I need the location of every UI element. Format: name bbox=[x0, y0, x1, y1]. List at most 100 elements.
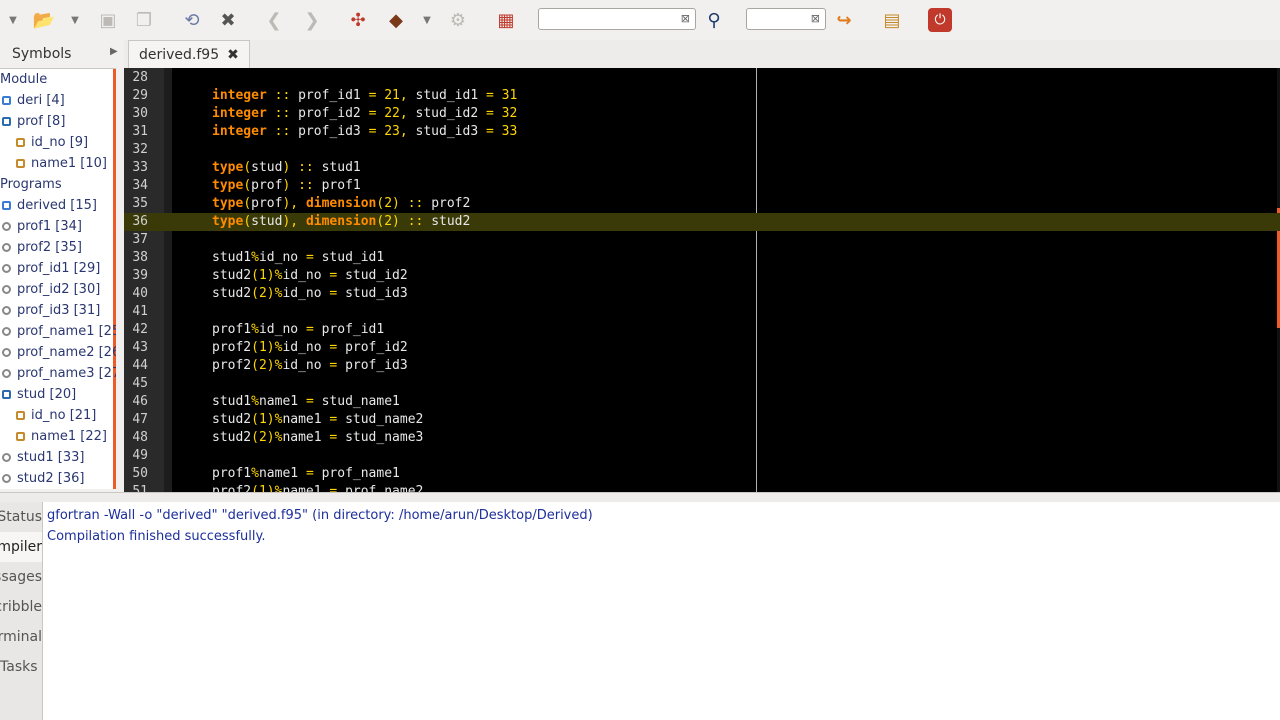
tree-item[interactable]: stud1 [33] bbox=[2, 447, 84, 468]
code-line[interactable]: 50 prof1%name1 = prof_name1 bbox=[124, 465, 1280, 483]
code-line[interactable]: 37 bbox=[124, 231, 1280, 249]
save-icon[interactable]: ▣ bbox=[96, 8, 120, 32]
code-token: % bbox=[251, 394, 259, 409]
type-icon bbox=[2, 390, 11, 399]
tree-item[interactable]: prof_name1 [25 bbox=[2, 321, 116, 342]
line-number: 42 bbox=[132, 322, 148, 337]
tree-item[interactable]: Module bbox=[0, 69, 47, 90]
code-line[interactable]: 32 bbox=[124, 141, 1280, 159]
save-all-icon[interactable]: ❐ bbox=[132, 8, 156, 32]
preferences-icon[interactable]: ▤ bbox=[880, 8, 904, 32]
color-chooser-icon[interactable]: ▦ bbox=[494, 8, 518, 32]
tab-messages[interactable]: Messages bbox=[0, 562, 42, 592]
code-line[interactable]: 29 integer :: prof_id1 = 21, stud_id1 = 3… bbox=[124, 87, 1280, 105]
search-icon[interactable]: ⚲ bbox=[702, 8, 726, 32]
jump-to-line-icon[interactable]: ↪ bbox=[832, 8, 856, 32]
symbols-tab[interactable]: Symbols bbox=[0, 40, 106, 68]
tree-item[interactable]: name1 [22] bbox=[16, 426, 107, 447]
code-line[interactable]: 43 prof2(1)%id_no = prof_id2 bbox=[124, 339, 1280, 357]
execute-icon[interactable]: ⚙ bbox=[446, 8, 470, 32]
tree-item[interactable]: prof_id2 [30] bbox=[2, 279, 100, 300]
compiler-command-message: gfortran -Wall -o "derived" "derived.f95… bbox=[47, 508, 593, 523]
clear-search-icon[interactable]: ⊠ bbox=[681, 12, 690, 25]
code-line[interactable]: 30 integer :: prof_id2 = 22, stud_id2 = 3… bbox=[124, 105, 1280, 123]
forward-icon[interactable]: ❯ bbox=[300, 8, 324, 32]
code-line[interactable]: 47 stud2(1)%name1 = stud_name2 bbox=[124, 411, 1280, 429]
code-token: = bbox=[305, 322, 314, 337]
tree-item[interactable]: name1 [10] bbox=[16, 153, 107, 174]
code-line[interactable]: 40 stud2(2)%id_no = stud_id3 bbox=[124, 285, 1280, 303]
code-line[interactable]: 48 stud2(2)%name1 = stud_name3 bbox=[124, 429, 1280, 447]
open-dropdown-icon[interactable]: ▼ bbox=[70, 8, 80, 32]
build-dropdown-icon[interactable]: ▼ bbox=[422, 8, 432, 32]
tree-item[interactable]: prof_id1 [29] bbox=[2, 258, 100, 279]
back-icon[interactable]: ❮ bbox=[262, 8, 286, 32]
code-line[interactable]: 45 bbox=[124, 375, 1280, 393]
current-code-line[interactable]: 36 type(stud), dimension(2) :: stud2 bbox=[124, 213, 1280, 231]
revert-icon[interactable]: ⟲ bbox=[180, 8, 204, 32]
code-line[interactable]: 51 prof2(1)%name1 = prof_name2 bbox=[124, 483, 1280, 492]
tree-item[interactable]: prof_name2 [26 bbox=[2, 342, 116, 363]
sidebar-next-icon[interactable]: ▶ bbox=[110, 46, 118, 57]
code-line[interactable]: 33 type(stud) :: stud1 bbox=[124, 159, 1280, 177]
code-line[interactable]: 35 type(prof), dimension(2) :: prof2 bbox=[124, 195, 1280, 213]
code-line[interactable]: 39 stud2(1)%id_no = stud_id2 bbox=[124, 267, 1280, 285]
code-line[interactable]: 44 prof2(2)%id_no = prof_id3 bbox=[124, 357, 1280, 375]
quit-icon[interactable]: ⏻ bbox=[928, 8, 952, 32]
tree-item-label: prof_name2 [26 bbox=[17, 345, 116, 360]
search-input[interactable]: ⊠ bbox=[538, 8, 696, 30]
compile-icon[interactable]: ✣ bbox=[346, 8, 370, 32]
close-icon[interactable]: ✖ bbox=[216, 8, 240, 32]
clear-goto-icon[interactable]: ⊠ bbox=[811, 12, 820, 25]
code-token: % bbox=[251, 466, 259, 481]
line-number: 40 bbox=[132, 286, 148, 301]
tree-item[interactable]: Programs bbox=[0, 174, 62, 195]
tab-status[interactable]: Status bbox=[0, 502, 42, 532]
code-line[interactable]: 28 bbox=[124, 69, 1280, 87]
type-icon bbox=[2, 117, 11, 126]
tree-item[interactable]: prof_name3 [27 bbox=[2, 363, 116, 384]
new-dropdown-icon[interactable]: ▼ bbox=[8, 8, 18, 32]
tab-terminal[interactable]: Terminal bbox=[0, 622, 42, 652]
code-token: 23 bbox=[384, 124, 400, 139]
goto-line-input[interactable]: ⊠ bbox=[746, 8, 826, 30]
code-text: integer :: prof_id1 = 21, stud_id1 = 31 bbox=[212, 87, 517, 105]
build-icon[interactable]: ◆ bbox=[384, 8, 408, 32]
member-icon bbox=[16, 411, 25, 420]
variable-icon bbox=[2, 222, 11, 231]
tree-item[interactable]: derived [15] bbox=[2, 195, 97, 216]
code-token: dimension bbox=[305, 196, 377, 211]
code-text: type(stud) :: stud1 bbox=[212, 159, 361, 177]
code-line[interactable]: 41 bbox=[124, 303, 1280, 321]
tree-item[interactable]: stud [20] bbox=[2, 384, 76, 405]
code-token: ( bbox=[251, 268, 259, 283]
tab-scribble[interactable]: Scribble bbox=[0, 592, 42, 622]
tree-item-label: id_no [9] bbox=[31, 135, 89, 150]
tree-item[interactable]: prof [8] bbox=[2, 111, 65, 132]
line-number: 45 bbox=[132, 376, 148, 391]
tree-item[interactable]: id_no [9] bbox=[16, 132, 88, 153]
code-line[interactable]: 31 integer :: prof_id3 = 23, stud_id3 = 3… bbox=[124, 123, 1280, 141]
code-token: prof2 bbox=[212, 340, 252, 355]
code-line[interactable]: 42 prof1%id_no = prof_id1 bbox=[124, 321, 1280, 339]
tree-item[interactable]: prof2 [35] bbox=[2, 237, 82, 258]
code-token: 1 bbox=[258, 484, 267, 492]
member-icon bbox=[16, 138, 25, 147]
tree-item[interactable]: id_no [21] bbox=[16, 405, 96, 426]
code-line[interactable]: 46 stud1%name1 = stud_name1 bbox=[124, 393, 1280, 411]
code-editor[interactable]: 28 29 integer :: prof_id1 = 21, stud_id1 =… bbox=[124, 68, 1280, 492]
open-icon[interactable]: 📂 bbox=[32, 8, 56, 32]
tree-item[interactable]: prof_id3 [31] bbox=[2, 300, 100, 321]
tree-item[interactable]: deri [4] bbox=[2, 90, 65, 111]
tree-scrollbar[interactable] bbox=[113, 69, 116, 489]
close-tab-icon[interactable]: ✖ bbox=[227, 47, 239, 63]
tab-derived-f95[interactable]: derived.f95 ✖ bbox=[128, 40, 250, 68]
code-line[interactable]: 49 bbox=[124, 447, 1280, 465]
code-text: prof2(2)%id_no = prof_id3 bbox=[212, 357, 408, 375]
tree-item[interactable]: stud2 [36] bbox=[2, 468, 84, 489]
tab-tasks[interactable]: Tasks bbox=[0, 652, 42, 682]
code-line[interactable]: 34 type(prof) :: prof1 bbox=[124, 177, 1280, 195]
tree-item[interactable]: prof1 [34] bbox=[2, 216, 82, 237]
tab-compiler[interactable]: Compiler bbox=[0, 532, 42, 562]
code-line[interactable]: 38 stud1%id_no = stud_id1 bbox=[124, 249, 1280, 267]
